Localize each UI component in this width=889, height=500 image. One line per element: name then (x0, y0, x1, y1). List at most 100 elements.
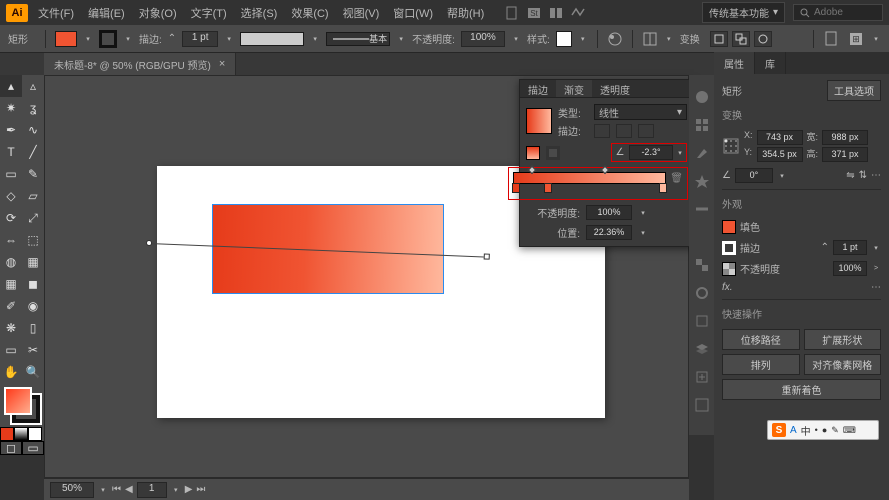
doc-icon[interactable] (504, 5, 520, 21)
prop-stroke-input[interactable]: 1 pt (833, 240, 867, 255)
shaper-tool[interactable]: ◇ (0, 185, 22, 207)
flip-h-icon[interactable]: ⇋ (846, 170, 854, 181)
graph-tool[interactable]: ▯ (22, 317, 44, 339)
ime-item[interactable]: ✎ (831, 425, 839, 436)
screen-mode-icon[interactable]: ▭ (22, 441, 44, 455)
tab-libraries[interactable]: 库 (755, 52, 786, 74)
bridge-icon[interactable]: St (526, 5, 542, 21)
prop-fill-swatch[interactable] (722, 220, 736, 234)
selected-rectangle[interactable] (213, 205, 443, 293)
more-options-icon[interactable]: ⋯ (871, 170, 881, 181)
arrange-icon[interactable] (548, 5, 564, 21)
rot-dd[interactable]: ▾ (777, 169, 787, 183)
shape-mode-1-icon[interactable] (710, 31, 728, 47)
stroke-panel-icon[interactable] (694, 201, 710, 217)
nav-prev-icon[interactable]: ◀ (125, 484, 133, 495)
expand-shape-button[interactable]: 扩展形状 (804, 329, 882, 350)
prop-opacity-swatch[interactable] (722, 262, 736, 276)
asset-export-panel-icon[interactable] (694, 369, 710, 385)
midpoint-2[interactable] (601, 166, 609, 174)
y-input[interactable]: 354.5 px (757, 147, 803, 162)
stroke-type[interactable]: 基本 (326, 32, 390, 46)
appearance-more-icon[interactable]: ⋯ (871, 282, 881, 293)
gradient-tool[interactable]: ◼ (22, 273, 44, 295)
search-input[interactable]: Adobe (793, 4, 883, 21)
w-input[interactable]: 988 px (822, 130, 868, 145)
menu-type[interactable]: 文字(T) (185, 2, 233, 24)
ab-dd[interactable]: ▾ (171, 483, 181, 497)
artboards-panel-icon[interactable] (694, 397, 710, 413)
sw-dec[interactable]: ⌃ (821, 242, 829, 253)
nav-last-icon[interactable]: ⏭ (196, 484, 205, 495)
op-dd[interactable]: ▾ (511, 32, 521, 46)
brushes-panel-icon[interactable] (694, 145, 710, 161)
pref-dd[interactable]: ▾ (871, 32, 881, 46)
close-tab-icon[interactable]: × (219, 58, 225, 70)
prefs-icon[interactable]: ⊞ (847, 30, 865, 48)
menu-help[interactable]: 帮助(H) (441, 2, 490, 24)
artboard-nav-input[interactable]: 1 (137, 482, 167, 498)
h-input[interactable]: 371 px (822, 147, 868, 162)
gradient-panel-icon[interactable] (694, 229, 710, 245)
scale-tool[interactable]: ⤢ (22, 207, 44, 229)
fill-swatch[interactable] (55, 31, 77, 47)
menu-view[interactable]: 视图(V) (337, 2, 386, 24)
width-tool[interactable]: ⇔ (0, 229, 22, 251)
menu-effect[interactable]: 效果(C) (285, 2, 334, 24)
stroke-dec[interactable]: ⌃ (168, 33, 176, 44)
type-tool[interactable]: T (0, 141, 22, 163)
midpoint-1[interactable] (528, 166, 536, 174)
zoom-tool[interactable]: 🔍 (22, 361, 44, 383)
sp-dd[interactable]: ▾ (310, 32, 320, 46)
pos-dd[interactable]: ▾ (638, 226, 648, 240)
arrange-button[interactable]: 排列 (722, 354, 800, 375)
lasso-tool[interactable]: ʓ (22, 97, 44, 119)
stroke-mode-1[interactable] (594, 124, 610, 138)
menu-select[interactable]: 选择(S) (235, 2, 284, 24)
mesh-tool[interactable]: ▦ (0, 273, 22, 295)
ime-item[interactable]: ⌨ (843, 425, 856, 436)
stroke-mode-2[interactable] (616, 124, 632, 138)
color-stop-start[interactable] (512, 183, 520, 193)
ime-item[interactable]: ● (822, 425, 827, 435)
gradient-swatch[interactable] (14, 427, 28, 441)
shape-builder-tool[interactable]: ◍ (0, 251, 22, 273)
color-swatch[interactable] (0, 427, 14, 441)
graphic-styles-panel-icon[interactable] (694, 313, 710, 329)
color-stop-mid[interactable] (544, 183, 552, 193)
nav-first-icon[interactable]: ⏮ (112, 484, 121, 495)
stroke-gradient-swatch[interactable] (546, 146, 560, 160)
stroke-mode-3[interactable] (638, 124, 654, 138)
line-tool[interactable]: ╱ (22, 141, 44, 163)
fx-button[interactable]: fx. (722, 282, 733, 293)
swatches-panel-icon[interactable] (694, 117, 710, 133)
angle-input[interactable]: -2.3° (629, 145, 673, 160)
tab-stroke[interactable]: 描边 (520, 80, 556, 97)
symbol-tool[interactable]: ❋ (0, 317, 22, 339)
strokew-dd[interactable]: ▾ (224, 32, 234, 46)
isolate-icon[interactable] (754, 31, 772, 47)
gradient-start-handle[interactable] (146, 240, 152, 246)
delete-stop-icon[interactable]: 🗑 (670, 173, 683, 184)
stroke-weight-input[interactable]: 1 pt (182, 31, 218, 47)
ime-item[interactable]: • (815, 425, 818, 435)
stroke-preview[interactable] (240, 32, 304, 46)
gradient-end-handle[interactable] (484, 253, 490, 259)
gpu-icon[interactable] (570, 5, 586, 21)
style-swatch[interactable] (556, 31, 572, 47)
blend-tool[interactable]: ◉ (22, 295, 44, 317)
color-stop-end[interactable] (659, 183, 667, 193)
magic-wand-tool[interactable]: ✷ (0, 97, 22, 119)
eyedropper-tool[interactable]: ✐ (0, 295, 22, 317)
fill-gradient-swatch[interactable] (526, 146, 540, 160)
rotate-input[interactable]: 0° (735, 168, 773, 183)
po-dd[interactable]: > (871, 262, 881, 276)
stroke-swatch[interactable] (99, 30, 117, 48)
brush-tool[interactable]: ✎ (22, 163, 44, 185)
shape-mode-2-icon[interactable] (732, 31, 750, 47)
transparency-panel-icon[interactable] (694, 257, 710, 273)
workspace-switcher[interactable]: 传统基本功能 ▾ (702, 2, 785, 23)
align-icon[interactable] (642, 31, 658, 47)
direct-selection-tool[interactable]: ▵ (22, 75, 44, 97)
stroke-dd[interactable]: ▾ (123, 32, 133, 46)
